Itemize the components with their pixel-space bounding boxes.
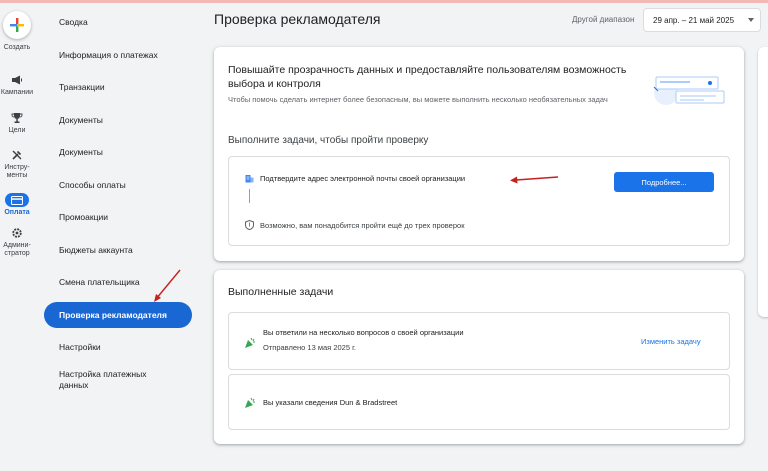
sidebar-item-payment-setup[interactable]: Настройка платежных данных bbox=[44, 365, 164, 395]
completed-task-item: Вы ответили на несколько вопросов о свое… bbox=[228, 312, 730, 370]
rail-item-goals[interactable]: Цели bbox=[0, 127, 34, 135]
sidebar-item-payment-info[interactable]: Информация о платежах bbox=[44, 42, 192, 68]
verification-headline: Повышайте прозрачность данных и предоста… bbox=[228, 64, 627, 90]
sidebar-item-change-payer[interactable]: Смена плательщика bbox=[44, 269, 192, 295]
verification-card: Повышайте прозрачность данных и предоста… bbox=[214, 47, 744, 261]
date-range-value: 29 апр. – 21 май 2025 bbox=[653, 15, 735, 25]
date-range-label: Другой диапазон bbox=[572, 15, 635, 24]
confetti-icon bbox=[245, 337, 255, 348]
sidebar-item-summary[interactable]: Сводка bbox=[44, 9, 192, 35]
side-panel-edge bbox=[758, 47, 768, 317]
edit-task-link[interactable]: Изменить задачу bbox=[641, 337, 701, 346]
sidebar-item-transactions[interactable]: Транзакции bbox=[44, 74, 192, 100]
gear-icon[interactable] bbox=[9, 226, 25, 240]
dropdown-caret-icon bbox=[748, 18, 754, 22]
page-title: Проверка рекламодателя bbox=[214, 11, 381, 27]
sidebar-item-settings[interactable]: Настройки bbox=[44, 334, 192, 360]
sidebar-item-account-budgets[interactable]: Бюджеты аккаунта bbox=[44, 237, 192, 263]
task-label: Подтвердите адрес электронной почты свое… bbox=[260, 174, 466, 183]
task-item: Подтвердите адрес электронной почты свое… bbox=[245, 174, 465, 183]
sidebar-item-payment-methods[interactable]: Способы оплаты bbox=[44, 172, 192, 198]
sidebar-item-advertiser-verification[interactable]: Проверка рекламодателя bbox=[44, 302, 192, 328]
task-connector bbox=[249, 189, 250, 203]
rail-item-billing[interactable]: Оплата bbox=[0, 209, 34, 217]
confetti-icon bbox=[245, 397, 255, 408]
tasks-section-title: Выполните задачи, чтобы пройти проверку bbox=[228, 135, 429, 146]
date-range-picker[interactable]: 29 апр. – 21 май 2025 bbox=[643, 8, 761, 32]
top-border bbox=[0, 0, 768, 3]
rail-item-tools[interactable]: Инстру- менты bbox=[0, 164, 34, 180]
create-label: Создать bbox=[3, 44, 31, 51]
shield-icon bbox=[245, 220, 254, 230]
plus-icon bbox=[10, 18, 24, 32]
sidebar-item-documents[interactable]: Документы bbox=[44, 107, 192, 133]
completed-task-item: Вы указали сведения Dun & Bradstreet bbox=[228, 374, 730, 430]
sidebar-item-promotions[interactable]: Промоакции bbox=[44, 204, 192, 230]
verification-illustration-icon bbox=[653, 76, 725, 105]
remaining-checks-note: Возможно, вам понадобится пройти ещё до … bbox=[260, 220, 465, 230]
completed-task-label: Вы ответили на несколько вопросов о свое… bbox=[263, 328, 464, 337]
rail-item-admin[interactable]: Админи- стратор bbox=[0, 242, 34, 258]
verification-subtext: Чтобы помочь сделать интернет более безо… bbox=[228, 95, 608, 104]
rail-item-campaigns[interactable]: Кампании bbox=[0, 89, 34, 97]
create-button[interactable] bbox=[3, 11, 31, 39]
learn-more-button[interactable]: Подробнее... bbox=[614, 172, 714, 192]
megaphone-icon[interactable] bbox=[9, 73, 25, 87]
building-icon bbox=[245, 175, 254, 183]
navigation-rail: Создать Кампании Цели Инстру- менты Опла… bbox=[0, 3, 34, 471]
completed-task-date: Отправлено 13 мая 2025 г. bbox=[263, 343, 356, 352]
task-note: Возможно, вам понадобится пройти ещё до … bbox=[245, 220, 464, 230]
completed-task-label: Вы указали сведения Dun & Bradstreet bbox=[263, 398, 398, 407]
trophy-icon[interactable] bbox=[9, 111, 25, 125]
sidebar-item-documents-2[interactable]: Документы bbox=[44, 139, 192, 165]
tools-icon[interactable] bbox=[9, 148, 25, 162]
completed-tasks-card: Выполненные задачи Вы ответили на нескол… bbox=[214, 270, 744, 444]
task-list: Подтвердите адрес электронной почты свое… bbox=[228, 156, 730, 246]
completed-tasks-title: Выполненные задачи bbox=[228, 286, 334, 298]
billing-icon[interactable] bbox=[5, 193, 29, 207]
